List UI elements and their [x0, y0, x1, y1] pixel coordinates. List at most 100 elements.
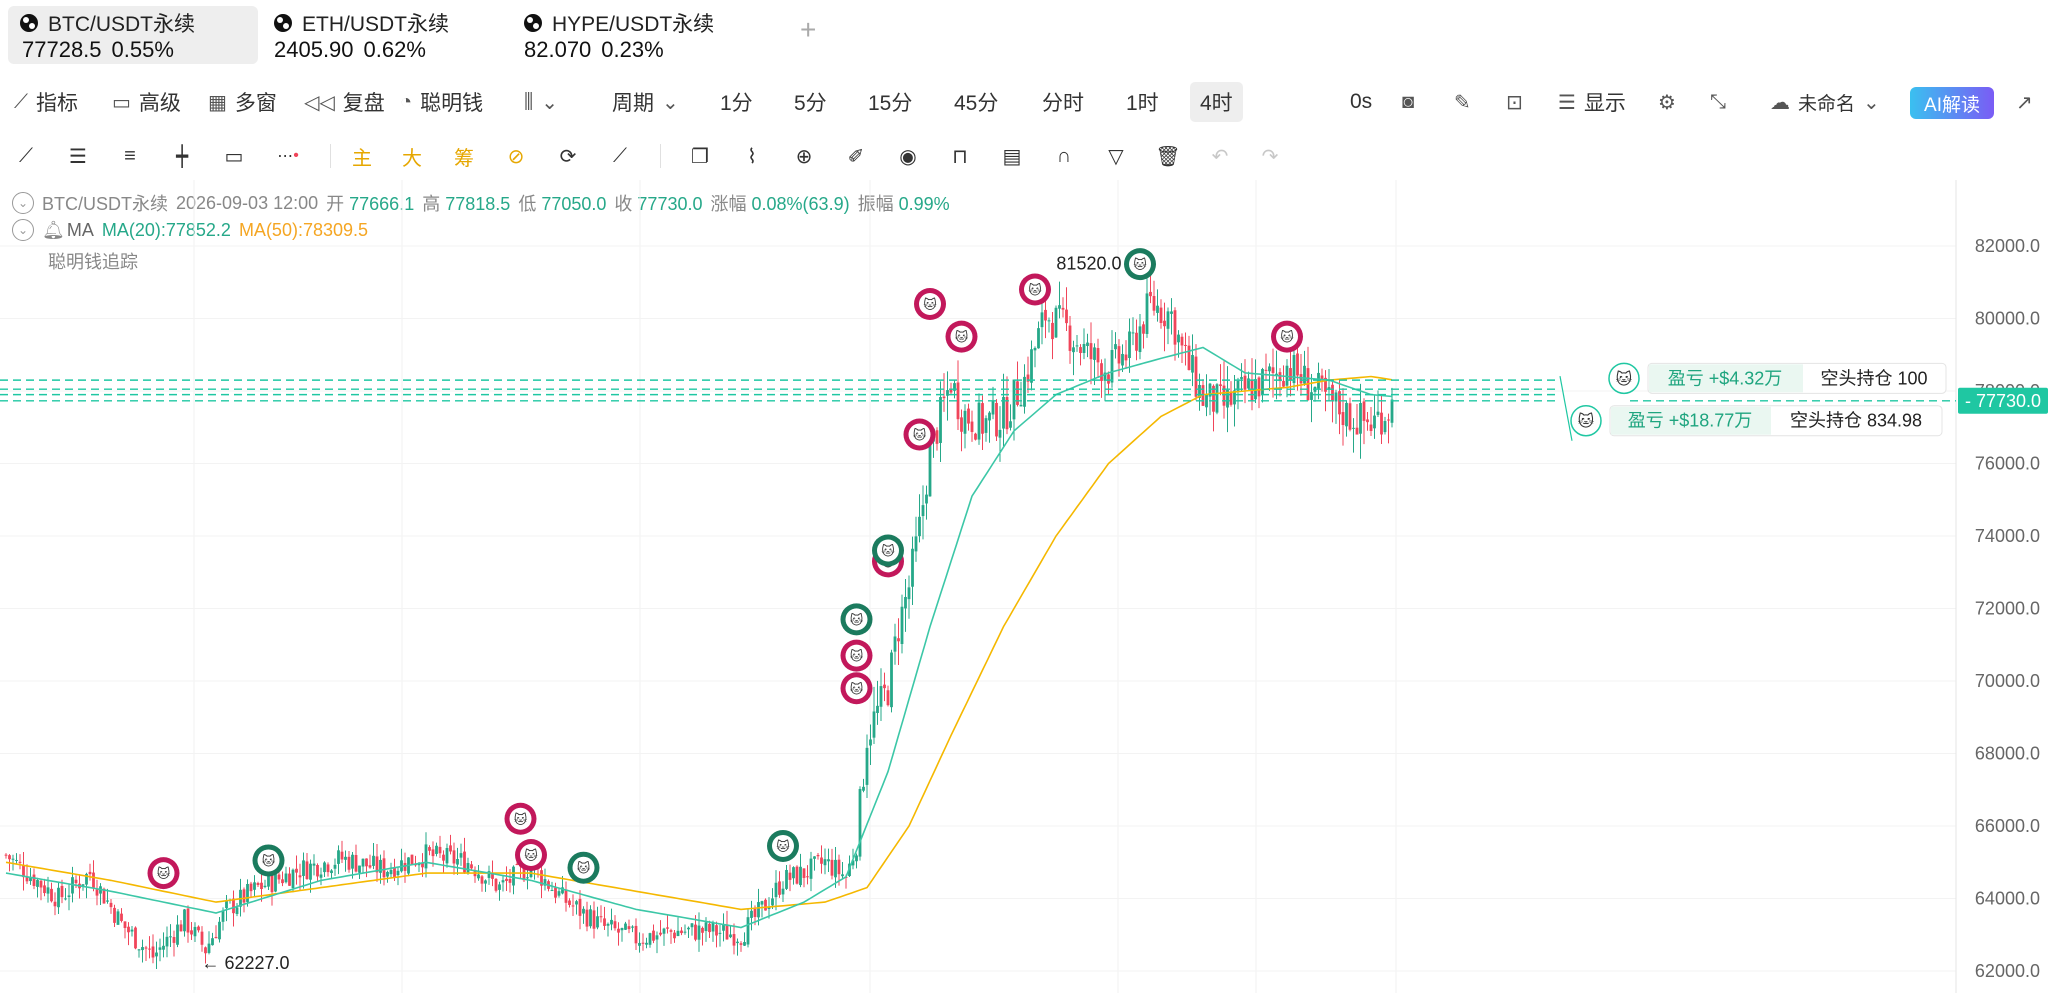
candle-body [368, 865, 372, 868]
candle-body [1380, 412, 1383, 435]
settings-icon[interactable]: ⚙ [1658, 82, 1676, 122]
high-annotation: 81520.0 [1056, 253, 1121, 273]
candle-body [312, 863, 316, 866]
redo-icon[interactable]: ↷ [1254, 140, 1286, 172]
interval-1m[interactable]: 1分 [720, 82, 753, 122]
big-order-toggle[interactable]: 大 [396, 140, 428, 172]
collapse-icon[interactable]: ⤡ [1710, 82, 1726, 122]
candle-body [64, 898, 67, 900]
candle-body [263, 885, 267, 888]
candle-body [816, 854, 820, 857]
candle-body [1187, 345, 1191, 371]
copy-icon[interactable]: ❐ [684, 140, 716, 172]
ruler-icon[interactable]: ⌇ [736, 140, 768, 172]
candle-body [781, 888, 785, 895]
filter-icon[interactable]: ▽ [1100, 140, 1132, 172]
add-tab-icon[interactable]: + [800, 14, 816, 46]
trend-line-icon[interactable]: ⟋ [10, 140, 42, 172]
candle-body [1128, 331, 1131, 359]
rectangle-icon[interactable]: ▭ [218, 140, 250, 172]
interval-1h[interactable]: 1时 [1126, 82, 1159, 122]
indicators-button[interactable]: ⟋ 指标 [14, 82, 78, 122]
chips-toggle[interactable]: 筹 [448, 140, 480, 172]
period-dropdown[interactable]: 周期 ⌄ [612, 82, 679, 122]
candle-body [1121, 353, 1124, 366]
no-draw-icon[interactable]: ⊘ [500, 140, 532, 172]
advanced-button[interactable]: ▭ 高级 [112, 82, 181, 122]
candle-body [1156, 305, 1159, 313]
position-connector [1559, 376, 1573, 441]
parallel-channel-icon[interactable]: ☰ [62, 140, 94, 172]
candle-body [281, 879, 284, 884]
ai-analysis-button[interactable]: AI解读 [1910, 87, 1994, 119]
candle-body [799, 866, 802, 886]
smart-money-button[interactable]: ◔ 聪明钱 [400, 82, 483, 122]
horizontal-lines-icon[interactable]: ≡ [114, 140, 146, 172]
expand-icon[interactable]: ↗ [2016, 82, 2033, 122]
candle-body [316, 865, 319, 877]
candle-body [1366, 419, 1369, 423]
candle-body [1177, 334, 1180, 343]
zoom-in-icon[interactable]: ⊕ [788, 140, 820, 172]
visibility-icon[interactable]: ◉ [892, 140, 924, 172]
candle-body [746, 917, 750, 945]
replay-button[interactable]: ◁◁ 复盘 [304, 82, 385, 122]
list-icon: ☰ [1558, 91, 1576, 114]
advanced-label: 高级 [138, 92, 181, 115]
candle-body [389, 869, 393, 875]
candle-body [1219, 384, 1222, 387]
candle-body [897, 638, 900, 642]
main-chart-toggle[interactable]: 主 [346, 140, 378, 172]
undo-icon[interactable]: ↶ [1204, 140, 1236, 172]
candle-body [613, 921, 617, 929]
lock-icon[interactable]: ⊓ [944, 140, 976, 172]
candle-body [393, 867, 396, 878]
delete-icon[interactable]: 🗑 [1152, 140, 1184, 172]
candle-body [1348, 403, 1352, 430]
divider [330, 144, 331, 168]
candle-body [435, 845, 438, 854]
interval-5m[interactable]: 5分 [794, 82, 827, 122]
camera-icon[interactable]: ◙ [1402, 82, 1414, 122]
candle-body [459, 853, 463, 858]
new-window-icon[interactable]: ⊡ [1506, 82, 1523, 122]
chart-type-button[interactable]: ⫼ ⌄ [524, 82, 558, 122]
pencil-icon[interactable]: ✎ [1454, 82, 1471, 122]
display-label: 显示 [1583, 92, 1626, 115]
crypto-logo-icon [524, 14, 542, 32]
tab-btc[interactable]: BTC/USDT永续 77728.5 0.55% [8, 6, 258, 64]
candle-body [386, 871, 389, 877]
candle-body [1149, 291, 1152, 297]
sync-icon[interactable]: ⟳ [552, 140, 584, 172]
candle-body [1065, 309, 1068, 324]
magnet-icon[interactable]: ∩ [1048, 140, 1080, 172]
candle-body [858, 789, 862, 857]
interval-timeline[interactable]: 分时 [1042, 82, 1084, 122]
price-chart[interactable]: 82000.080000.078000.076000.074000.072000… [0, 180, 2048, 993]
candle-body [879, 686, 883, 707]
candle-body [571, 905, 575, 907]
template-icon[interactable]: ▤ [996, 140, 1028, 172]
candle-body [1093, 347, 1096, 360]
display-button[interactable]: ☰ 显示 [1558, 82, 1626, 122]
interval-45m[interactable]: 45分 [954, 82, 998, 122]
interval-label: 45分 [954, 92, 999, 115]
brush-icon[interactable]: ✐ [840, 140, 872, 172]
interval-15m[interactable]: 15分 [868, 82, 912, 122]
multi-window-button[interactable]: ▦ 多窗 [208, 82, 277, 122]
tab-eth[interactable]: ETH/USDT永续 2405.90 0.62% [262, 6, 502, 64]
interval-4h[interactable]: 4时 [1190, 82, 1243, 122]
candle-body [1170, 311, 1173, 314]
candle-body [914, 536, 918, 552]
candle-body [834, 859, 837, 878]
magnet-ruler-icon[interactable]: ⟋ [604, 140, 636, 172]
low-annotation: ← 62227.0 [202, 953, 290, 973]
candle-body [53, 901, 57, 907]
candle-body [743, 942, 746, 946]
tab-hype[interactable]: HYPE/USDT永续 82.070 0.23% [512, 6, 752, 64]
horizontal-ray-icon[interactable]: ┿ [166, 140, 198, 172]
layout-dropdown[interactable]: ☁ 未命名 ⌄ [1770, 82, 1880, 122]
more-tools-icon[interactable]: ⋯ • [272, 140, 304, 172]
candle-body [715, 925, 718, 936]
candle-body [673, 932, 676, 939]
